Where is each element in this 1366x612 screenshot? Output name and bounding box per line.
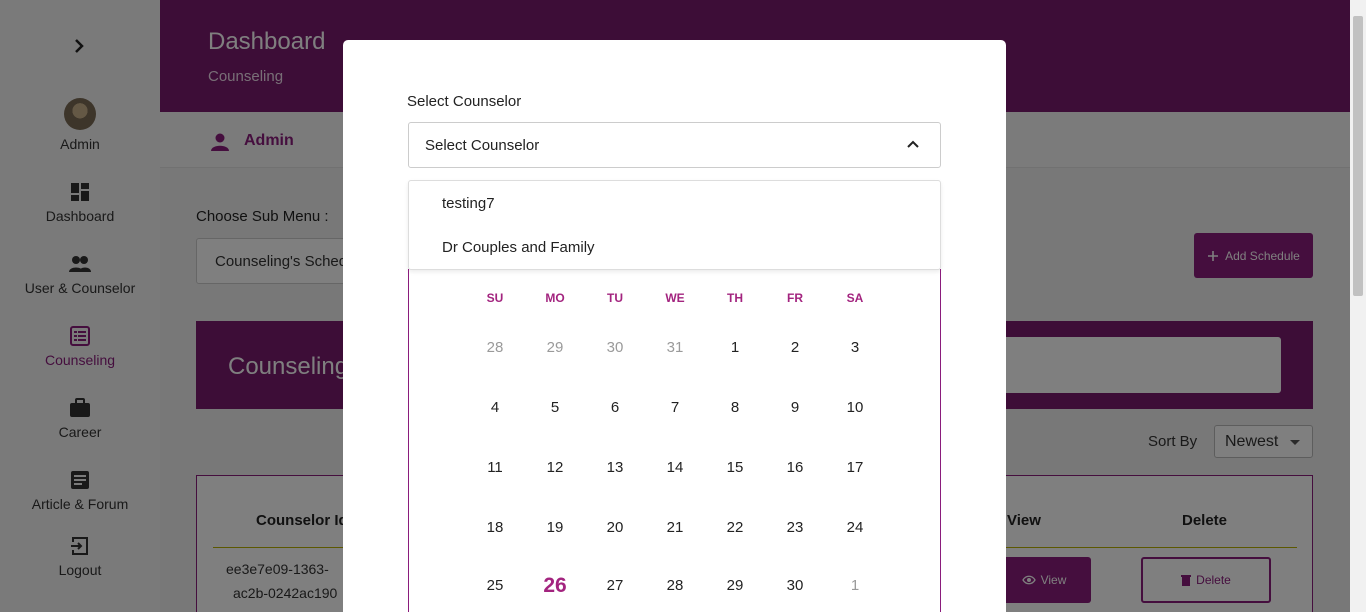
calendar-day[interactable]: 15 bbox=[715, 459, 755, 476]
calendar-day[interactable]: 6 bbox=[595, 399, 635, 416]
calendar-day[interactable]: 7 bbox=[655, 399, 695, 416]
calendar-day[interactable]: 11 bbox=[475, 459, 515, 476]
calendar-day[interactable]: 18 bbox=[475, 519, 515, 536]
calendar-day[interactable]: 30 bbox=[775, 577, 815, 594]
calendar-day[interactable]: 1 bbox=[715, 339, 755, 356]
weekday-header: SA bbox=[846, 291, 864, 305]
calendar-day[interactable]: 22 bbox=[715, 519, 755, 536]
calendar-day[interactable]: 24 bbox=[835, 519, 875, 536]
calendar: SU MO TU WE TH FR SA 28 29 30 31 1 2 3 4 5 6 7 8 9 10 11 12 13 1… bbox=[408, 269, 941, 612]
chevron-up-icon bbox=[907, 140, 919, 148]
calendar-day[interactable]: 3 bbox=[835, 339, 875, 356]
weekday-header: TH bbox=[727, 291, 743, 305]
calendar-day[interactable]: 29 bbox=[715, 577, 755, 594]
calendar-day[interactable]: 19 bbox=[535, 519, 575, 536]
calendar-day[interactable]: 5 bbox=[535, 399, 575, 416]
weekday-header: FR bbox=[787, 291, 803, 305]
select-counselor-label: Select Counselor bbox=[407, 93, 522, 110]
weekday-header: MO bbox=[545, 291, 565, 305]
page-scrollbar[interactable] bbox=[1350, 0, 1366, 612]
counselor-select[interactable]: Select Counselor bbox=[408, 122, 941, 168]
calendar-day[interactable]: 2 bbox=[775, 339, 815, 356]
calendar-day-today[interactable]: 26 bbox=[535, 574, 575, 598]
calendar-day[interactable]: 20 bbox=[595, 519, 635, 536]
calendar-day[interactable]: 4 bbox=[475, 399, 515, 416]
calendar-day[interactable]: 10 bbox=[835, 399, 875, 416]
weekday-header: SU bbox=[486, 291, 504, 305]
calendar-day[interactable]: 1 bbox=[835, 577, 875, 594]
weekday-header: TU bbox=[607, 291, 623, 305]
calendar-day[interactable]: 28 bbox=[655, 577, 695, 594]
calendar-day[interactable]: 16 bbox=[775, 459, 815, 476]
calendar-day[interactable]: 28 bbox=[475, 339, 515, 356]
calendar-day[interactable]: 9 bbox=[775, 399, 815, 416]
calendar-day[interactable]: 30 bbox=[595, 339, 635, 356]
weekday-header: WE bbox=[665, 291, 685, 305]
calendar-day[interactable]: 12 bbox=[535, 459, 575, 476]
calendar-day[interactable]: 23 bbox=[775, 519, 815, 536]
calendar-day[interactable]: 31 bbox=[655, 339, 695, 356]
calendar-day[interactable]: 21 bbox=[655, 519, 695, 536]
counselor-select-value: Select Counselor bbox=[425, 137, 540, 154]
counselor-option[interactable]: Dr Couples and Family bbox=[442, 239, 595, 256]
schedule-modal: Select Counselor Select Counselor testin… bbox=[343, 40, 1006, 612]
counselor-options: testing7 Dr Couples and Family bbox=[408, 180, 941, 270]
calendar-day[interactable]: 27 bbox=[595, 577, 635, 594]
calendar-day[interactable]: 29 bbox=[535, 339, 575, 356]
scrollbar-thumb[interactable] bbox=[1353, 16, 1363, 296]
calendar-day[interactable]: 17 bbox=[835, 459, 875, 476]
calendar-day[interactable]: 25 bbox=[475, 577, 515, 594]
calendar-day[interactable]: 14 bbox=[655, 459, 695, 476]
calendar-day[interactable]: 8 bbox=[715, 399, 755, 416]
counselor-option[interactable]: testing7 bbox=[442, 195, 495, 212]
calendar-day[interactable]: 13 bbox=[595, 459, 635, 476]
